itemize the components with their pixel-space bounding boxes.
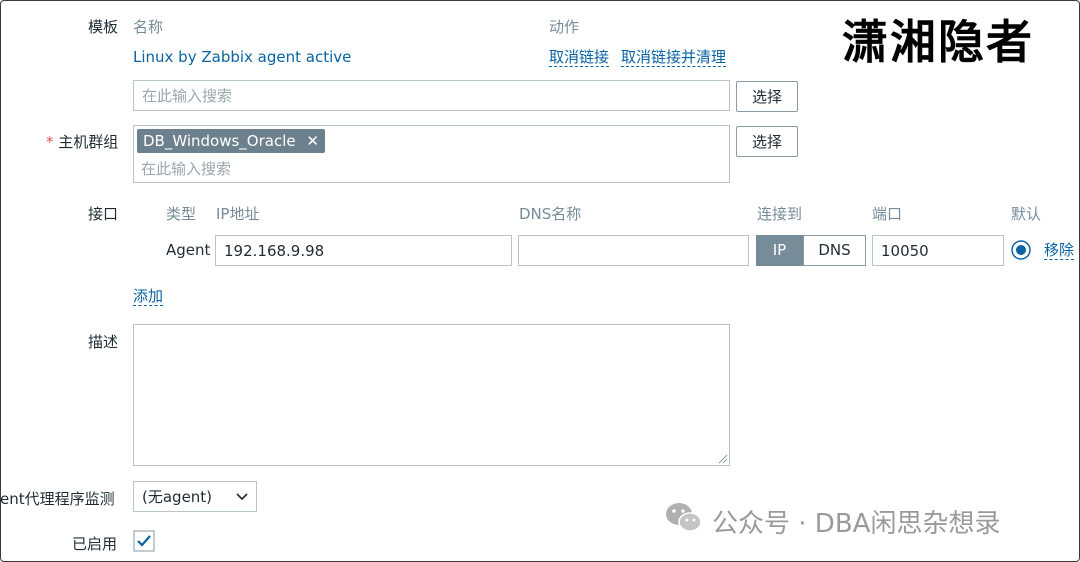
- wechat-logo-icon: [666, 503, 702, 532]
- template-select-button[interactable]: 选择: [736, 81, 798, 112]
- add-interface-link[interactable]: 添加: [133, 287, 164, 306]
- monitored-by-select[interactable]: (无agent): [133, 481, 257, 512]
- required-mark: *: [46, 133, 54, 151]
- watermark-source: 公众号 · DBA闲思杂想录: [712, 509, 1001, 539]
- description-label: 描述: [88, 333, 119, 351]
- resize-grip-icon[interactable]: [716, 452, 728, 464]
- unlink-button[interactable]: 取消链接: [549, 48, 610, 67]
- host-group-label-wrap: * 主机群组: [46, 131, 118, 152]
- monitored-by-label: ent代理程序监测: [0, 490, 115, 508]
- iface-ip-header: IP地址: [216, 205, 260, 223]
- remove-interface-link[interactable]: 移除: [1044, 241, 1075, 260]
- host-group-search-placeholder: 在此输入搜索: [141, 160, 232, 178]
- watermark-title: 潇湘隐者: [842, 15, 1034, 69]
- template-search-placeholder: 在此输入搜索: [142, 87, 233, 105]
- iface-default-header: 默认: [1011, 205, 1042, 223]
- iface-dns-header: DNS名称: [519, 205, 582, 223]
- iface-type: Agent: [166, 241, 211, 259]
- tag-remove-icon[interactable]: ✕: [306, 132, 319, 150]
- template-action-header: 动作: [549, 18, 580, 36]
- iface-type-header: 类型: [166, 205, 197, 223]
- enabled-label: 已启用: [72, 535, 118, 553]
- template-search-input[interactable]: 在此输入搜索: [133, 80, 730, 111]
- host-group-label: 主机群组: [58, 133, 119, 151]
- monitored-by-value: (无agent): [142, 488, 213, 506]
- dns-name-input[interactable]: [518, 235, 749, 266]
- iface-port-header: 端口: [872, 205, 903, 223]
- interfaces-label: 接口: [88, 205, 119, 223]
- host-group-select-button[interactable]: 选择: [736, 126, 798, 157]
- connect-dns-toggle[interactable]: DNS: [803, 235, 866, 266]
- connect-ip-toggle[interactable]: IP: [756, 235, 803, 266]
- template-label: 模板: [88, 18, 119, 36]
- ip-address-input[interactable]: 192.168.9.98: [215, 235, 512, 266]
- host-group-tag: DB_Windows_Oracle ✕: [137, 129, 325, 153]
- port-input[interactable]: 10050: [872, 235, 1004, 266]
- template-link[interactable]: Linux by Zabbix agent active: [133, 48, 351, 66]
- template-name-header: 名称: [133, 18, 164, 36]
- enabled-checkbox-icon[interactable]: [133, 530, 155, 552]
- default-radio-icon[interactable]: [1011, 240, 1031, 260]
- iface-connect-header: 连接到: [757, 205, 803, 223]
- description-textarea[interactable]: [133, 324, 730, 466]
- unlink-clear-button[interactable]: 取消链接并清理: [621, 48, 727, 67]
- host-group-tag-label: DB_Windows_Oracle: [143, 132, 296, 150]
- chevron-down-icon: [236, 493, 248, 501]
